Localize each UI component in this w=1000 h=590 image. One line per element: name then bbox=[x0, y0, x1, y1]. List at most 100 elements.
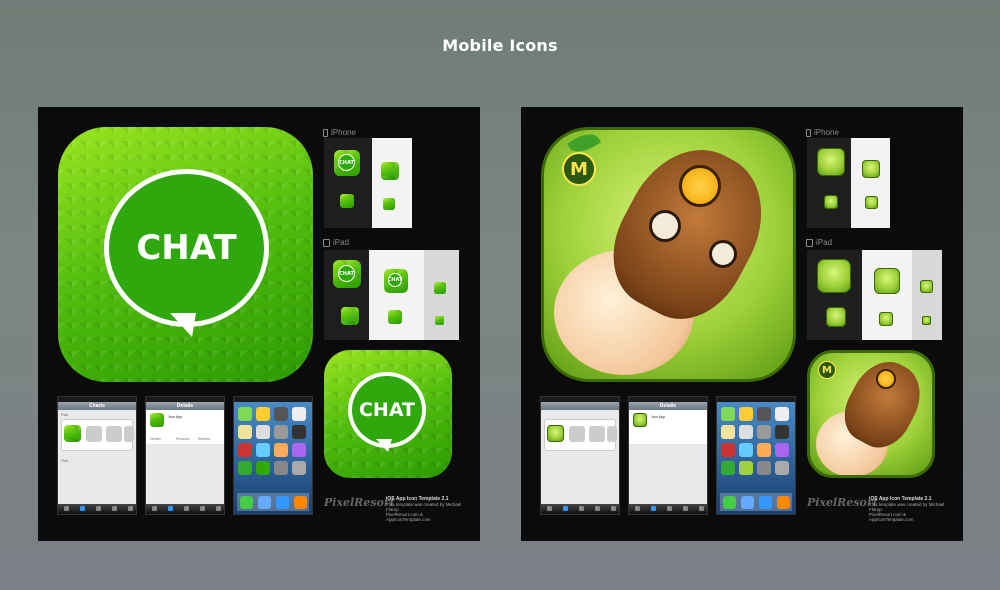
badge-letter: M bbox=[822, 364, 832, 376]
page-title: Mobile Icons bbox=[442, 36, 558, 55]
chat-bubble-icon: CHAT bbox=[338, 154, 355, 171]
ipad-icon-retina: CHAT bbox=[384, 269, 408, 293]
ipad-icon-small bbox=[341, 307, 359, 325]
iphone-label: iPhone bbox=[806, 128, 839, 137]
template-url: PixelResort.com & AppIconTemplate.com bbox=[869, 512, 914, 522]
chat-app-icon-large: CHAT bbox=[58, 127, 313, 382]
mask-crest bbox=[679, 165, 721, 207]
mask-eye-left bbox=[649, 210, 681, 242]
phone-home-screen bbox=[233, 396, 313, 515]
mascot-app-icon-medium: M bbox=[807, 350, 935, 478]
chat-bubble-icon: CHAT bbox=[388, 273, 402, 287]
pixelresort-logo: PixelResort bbox=[324, 496, 395, 509]
home-dock bbox=[720, 493, 792, 511]
ipad-label: iPad bbox=[806, 238, 832, 247]
iphone-label-text: iPhone bbox=[814, 128, 839, 137]
iphone-icon-large: CHAT bbox=[334, 150, 360, 176]
iphone-icon bbox=[323, 128, 328, 137]
iphone-icon-small bbox=[824, 195, 838, 209]
iphone-icon bbox=[806, 128, 811, 137]
ipad-icon-settings bbox=[434, 282, 446, 294]
detail-tab: Details bbox=[150, 437, 161, 441]
list-row bbox=[544, 419, 617, 451]
chat-bubble-icon: CHAT bbox=[348, 372, 426, 448]
left-icon-sheet: CHAT iPhone CHAT iPad CHAT CHAT CHAT Cha… bbox=[38, 107, 480, 541]
template-note: iOS App Icon Template 2.1 This template … bbox=[869, 496, 949, 523]
phone-details-screen: Details Your App Details Reviews Related bbox=[145, 396, 225, 515]
home-icon-grid bbox=[721, 407, 789, 475]
ipad-icon bbox=[323, 238, 330, 247]
tab-bar bbox=[146, 504, 224, 514]
app-thumbnail-icon bbox=[150, 413, 164, 427]
list-row bbox=[61, 419, 134, 451]
mask-crest bbox=[876, 369, 896, 389]
mask-eye-right bbox=[709, 240, 737, 268]
ipad-icon-large: CHAT bbox=[333, 260, 361, 288]
chat-bubble-icon: CHAT bbox=[104, 169, 269, 327]
iphone-icon-large bbox=[817, 148, 845, 176]
chat-icon-text: CHAT bbox=[358, 399, 416, 421]
iphone-label: iPhone bbox=[323, 128, 356, 137]
badge-letter: M bbox=[570, 158, 588, 180]
bubble-tail bbox=[376, 439, 392, 452]
iphone-icon-small bbox=[340, 194, 354, 208]
iphone-label-text: iPhone bbox=[331, 128, 356, 137]
home-dock bbox=[237, 493, 309, 511]
phone-details-screen: Details Your App bbox=[628, 396, 708, 515]
app-thumbnail-icon bbox=[633, 413, 647, 427]
template-credit: This template was created by Michael Fla… bbox=[869, 502, 945, 512]
bubble-tail bbox=[170, 313, 196, 337]
ipad-icon-small bbox=[826, 307, 846, 327]
app-name: Your App bbox=[168, 415, 183, 419]
ipad-icon-retina bbox=[874, 268, 900, 294]
ipad-icon-settings bbox=[920, 280, 933, 293]
ipad-label: iPad bbox=[323, 238, 349, 247]
chat-icon-text: CHAT bbox=[339, 270, 354, 277]
mascot-app-icon-large: M bbox=[541, 127, 796, 382]
iphone-icon-spotlight bbox=[383, 198, 395, 210]
tab-bar bbox=[58, 504, 136, 514]
app-name: Your App bbox=[651, 415, 666, 419]
ipad-label-text: iPad bbox=[333, 238, 350, 247]
related-tab: Related bbox=[198, 437, 211, 441]
ipad-icon bbox=[806, 238, 813, 247]
nav-title: Details bbox=[146, 402, 224, 410]
nav-title: Details bbox=[629, 402, 707, 410]
m-badge-icon: M bbox=[562, 152, 596, 186]
pixelresort-logo: PixelResort bbox=[807, 496, 878, 509]
m-badge-icon: M bbox=[818, 361, 836, 379]
nav-title: Charts bbox=[58, 402, 136, 410]
ipad-icons-panel: CHAT CHAT bbox=[324, 250, 459, 340]
tab-bar bbox=[541, 504, 619, 514]
section-paid: Paid bbox=[61, 413, 69, 417]
chat-bubble-icon: CHAT bbox=[338, 265, 355, 282]
phone-charts-screen: Charts Paid Free bbox=[57, 396, 137, 515]
right-icon-sheet: M iPhone iPad M Details Your App PixelRe… bbox=[521, 107, 963, 541]
ipad-icon-spotlight bbox=[879, 312, 893, 326]
reviews-tab: Reviews bbox=[176, 437, 190, 441]
template-note: iOS App Icon Template 2.1 This template … bbox=[386, 496, 466, 523]
iphone-icons-panel: CHAT bbox=[324, 138, 412, 228]
app-thumbnail-icon bbox=[64, 425, 81, 442]
ipad-icons-panel bbox=[807, 250, 942, 340]
ipad-icon-large bbox=[817, 259, 851, 293]
iphone-icon-spotlight bbox=[865, 196, 878, 209]
nav-bar bbox=[541, 402, 619, 410]
template-credit: This template was created by Michael Fla… bbox=[386, 502, 462, 512]
ipad-label-text: iPad bbox=[816, 238, 833, 247]
phone-charts-screen bbox=[540, 396, 620, 515]
chat-icon-text: CHAT bbox=[387, 277, 403, 283]
phone-home-screen bbox=[716, 396, 796, 515]
template-url: PixelResort.com & AppIconTemplate.com bbox=[386, 512, 431, 522]
ipad-icon-tiny bbox=[922, 316, 931, 325]
iphone-icons-panel bbox=[807, 138, 890, 228]
iphone-icon-settings bbox=[381, 162, 399, 180]
section-free: Free bbox=[61, 459, 69, 463]
iphone-icon-settings bbox=[862, 160, 880, 178]
tab-bar bbox=[629, 504, 707, 514]
home-icon-grid bbox=[238, 407, 306, 475]
chat-icon-text: CHAT bbox=[136, 228, 237, 268]
ipad-icon-tiny bbox=[435, 316, 444, 325]
ipad-icon-spotlight bbox=[388, 310, 402, 324]
chat-app-icon-medium: CHAT bbox=[324, 350, 452, 478]
